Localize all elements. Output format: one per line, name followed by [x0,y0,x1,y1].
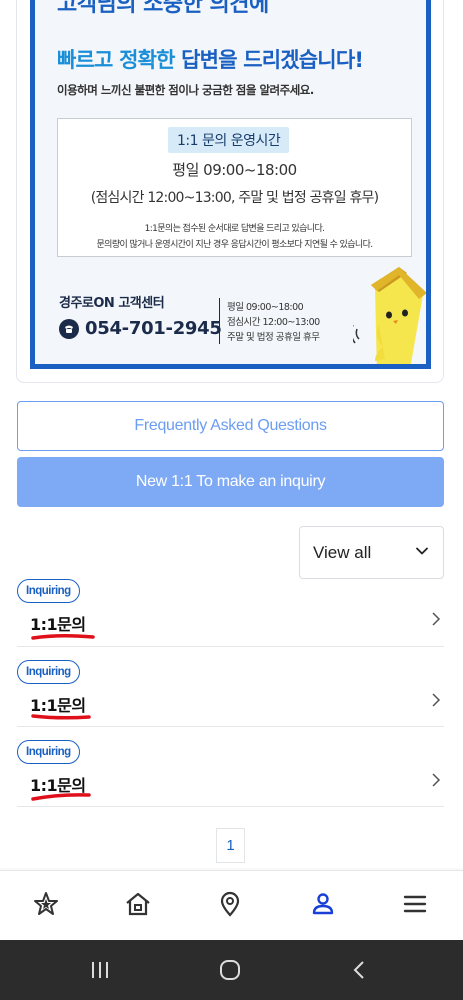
banner-divider [219,298,220,344]
phone-icon [59,318,79,339]
home-circle-icon [220,960,240,980]
operating-hours-break: (점심시간 12:00~13:00, 주말 및 법정 공휴일 휴무) [90,190,379,206]
chevron-right-icon [432,693,441,707]
map-pin-icon [220,891,240,917]
recent-apps-icon [92,962,108,978]
red-underline-annotation [31,793,91,801]
inquiry-status-badge: Inquiring [17,660,80,684]
pagination-page-1[interactable]: 1 [216,828,245,863]
side-hours-holiday: 주말 및 법정 공휴일 휴무 [227,332,320,343]
chevron-right-icon [432,773,441,787]
star-icon [34,892,58,915]
back-icon [353,961,364,979]
nav-map[interactable] [215,889,245,919]
operating-hours-title: 1:1 문의 운영시간 [168,127,290,153]
banner-headline-dark: 답변을 드리겠습니다! [174,48,364,72]
customer-center-phone-number: 054-701-2945 [85,318,222,339]
chevron-down-icon [416,547,428,555]
side-hours-lunch: 점심시간 12:00~13:00 [227,317,320,328]
recent-apps-button[interactable] [86,956,114,984]
system-navigation-bar [0,940,463,1000]
customer-center-phone-row: 054-701-2945 [59,318,222,339]
operating-hours-note-1: 1:1문의는 접수된 순서대로 답변을 드리고 있습니다. [144,224,325,234]
banner-partial-heading: 고객님의 소중한 의견에 [57,0,269,17]
nav-menu[interactable] [400,889,430,919]
inquiry-status-badge: Inquiring [17,740,80,764]
back-button[interactable] [346,956,374,984]
red-underline-annotation [31,633,95,640]
inquiry-status-badge: Inquiring [17,579,80,603]
mascot-illustration [353,267,426,364]
operating-hours-weekday: 평일 09:00~18:00 [172,161,297,179]
inquiry-list-item[interactable]: Inquiring 1:1문의 [17,727,444,807]
user-icon [312,893,334,915]
operating-hours-box: 1:1 문의 운영시간 평일 09:00~18:00 (점심시간 12:00~1… [57,118,412,257]
faq-button[interactable]: Frequently Asked Questions [17,401,444,451]
inquiry-list-item[interactable]: Inquiring 1:1문의 [17,567,444,647]
new-inquiry-button[interactable]: New 1:1 To make an inquiry [17,457,444,507]
nav-home[interactable] [123,889,153,919]
inquiry-list-item[interactable]: Inquiring 1:1문의 [17,647,444,727]
chevron-right-icon [432,612,441,626]
customer-center-name: 경주로ON 고객센터 [59,296,165,311]
filter-selected-value: View all [313,542,372,562]
banner-headline-blue: 빠르고 정확한 [57,48,175,72]
customer-center-banner: 고객님의 소중한 의견에 빠르고 정확한 답변을 드리겠습니다! 이용하며 느끼… [30,0,431,369]
bottom-navigation [0,870,463,940]
operating-hours-note-2: 문의량이 많거나 운영시간이 지난 경우 응답시간이 평소보다 지연될 수 있습… [96,240,373,250]
side-hours-weekday: 평일 09:00~18:00 [227,302,304,313]
red-underline-annotation [31,714,91,720]
home-icon [126,892,150,916]
nav-my-page[interactable] [308,889,338,919]
menu-icon [403,895,427,913]
home-button[interactable] [216,956,244,984]
banner-subline: 이용하며 느끼신 불편한 점이나 궁금한 점을 알려주세요. [57,83,314,97]
nav-favorites[interactable] [31,889,61,919]
banner-headline: 빠르고 정확한 답변을 드리겠습니다! [57,44,364,74]
